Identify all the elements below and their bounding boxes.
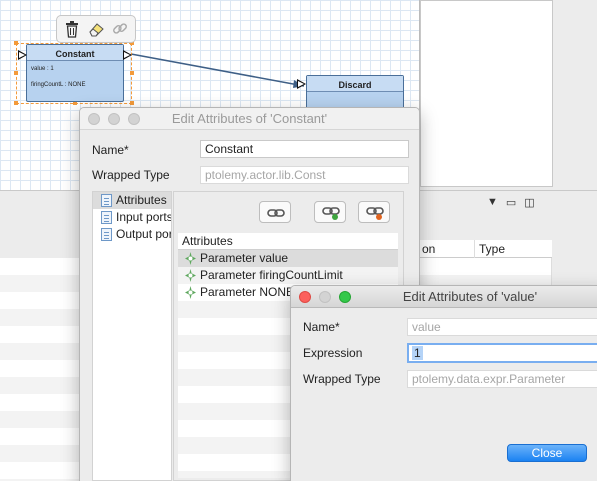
list-item-label: Parameter NONE bbox=[200, 285, 295, 299]
tree-item-label: Output ports bbox=[116, 227, 171, 241]
tree-item-output-ports[interactable]: Output ports bbox=[93, 226, 171, 243]
name-field[interactable]: Constant bbox=[200, 140, 409, 158]
table-header: on Type bbox=[418, 240, 552, 258]
actor-param: value : 1 bbox=[31, 66, 54, 72]
resize-handle[interactable] bbox=[130, 101, 134, 105]
list-item-label: Parameter firingCountLimit bbox=[200, 268, 343, 282]
name-field: value bbox=[407, 318, 597, 336]
expression-value: 1 bbox=[412, 346, 423, 360]
tree-item-attributes[interactable]: Attributes bbox=[93, 192, 171, 209]
resize-handle[interactable] bbox=[130, 71, 134, 75]
floating-toolbar bbox=[56, 15, 136, 43]
zoom-window-button[interactable] bbox=[339, 291, 351, 303]
wrapped-type-label: Wrapped Type bbox=[303, 372, 381, 386]
remove-link-button[interactable] bbox=[358, 201, 390, 223]
link-button[interactable] bbox=[259, 201, 291, 223]
right-panel bbox=[420, 0, 597, 190]
document-icon bbox=[101, 228, 112, 241]
input-port[interactable] bbox=[297, 79, 306, 89]
actor-title: Discard bbox=[307, 76, 403, 92]
close-window-button[interactable] bbox=[88, 113, 100, 125]
column-header[interactable]: on bbox=[418, 240, 475, 258]
dialog-titlebar[interactable]: Edit Attributes of 'Constant' bbox=[80, 108, 419, 130]
tree-item-label: Attributes bbox=[116, 193, 167, 207]
resize-handle[interactable] bbox=[14, 41, 18, 45]
parameter-icon bbox=[185, 286, 196, 299]
name-label: Name* bbox=[303, 320, 340, 334]
output-port[interactable] bbox=[123, 50, 132, 60]
table-rows bbox=[0, 258, 82, 481]
dialog-titlebar[interactable]: Edit Attributes of 'value' bbox=[291, 286, 597, 308]
wrapped-type-field: ptolemy.data.expr.Parameter bbox=[407, 370, 597, 388]
column-header[interactable]: Type bbox=[475, 240, 505, 258]
document-icon bbox=[101, 194, 112, 207]
actor-param: firingCountL : NONE bbox=[31, 82, 86, 88]
document-icon bbox=[101, 211, 112, 224]
list-item-label: Parameter value bbox=[200, 251, 289, 265]
resize-handle[interactable] bbox=[14, 101, 18, 105]
minimize-window-button[interactable] bbox=[319, 291, 331, 303]
constant-actor[interactable]: Constant value : 1 firingCountL : NONE bbox=[26, 44, 124, 102]
name-label: Name* bbox=[92, 143, 129, 157]
parameter-icon bbox=[185, 269, 196, 282]
zoom-window-button[interactable] bbox=[128, 113, 140, 125]
input-port[interactable] bbox=[18, 50, 27, 60]
expression-field[interactable]: 1 bbox=[407, 343, 597, 363]
library-view[interactable] bbox=[420, 0, 553, 187]
attributes-list-header: Attributes bbox=[178, 233, 398, 250]
add-link-button[interactable] bbox=[314, 201, 346, 223]
minimize-window-button[interactable] bbox=[108, 113, 120, 125]
view-menu-icon[interactable]: ▼ bbox=[487, 196, 498, 209]
link-remove-icon bbox=[366, 207, 384, 220]
list-item-parameter-value[interactable]: Parameter value bbox=[178, 250, 398, 267]
close-window-button[interactable] bbox=[299, 291, 311, 303]
tree-item-input-ports[interactable]: Input ports bbox=[93, 209, 171, 226]
view-toolbar: ▼ ▭ ◫ bbox=[487, 196, 535, 209]
list-item-parameter-firing-count-limit[interactable]: Parameter firingCountLimit bbox=[178, 267, 398, 284]
dialog-title: Edit Attributes of 'value' bbox=[402, 289, 538, 304]
attribute-tree: Attributes Input ports Output ports bbox=[92, 191, 172, 481]
link-add-icon bbox=[322, 207, 340, 220]
edit-value-dialog: Edit Attributes of 'value' Name* value E… bbox=[290, 285, 597, 481]
wrapped-type-field: ptolemy.actor.lib.Const bbox=[200, 166, 409, 184]
close-button[interactable]: Close bbox=[507, 444, 587, 462]
minimize-icon[interactable]: ▭ bbox=[506, 196, 516, 209]
maximize-icon[interactable]: ◫ bbox=[524, 196, 534, 209]
eraser-icon[interactable] bbox=[88, 20, 104, 38]
link-icon[interactable] bbox=[112, 20, 128, 38]
chain-link-icon bbox=[267, 209, 285, 217]
dialog-title: Edit Attributes of 'Constant' bbox=[171, 111, 328, 126]
trash-icon[interactable] bbox=[64, 20, 80, 38]
parameter-icon bbox=[185, 252, 196, 265]
resize-handle[interactable] bbox=[14, 71, 18, 75]
wrapped-type-label: Wrapped Type bbox=[92, 168, 170, 182]
tree-item-label: Input ports bbox=[116, 210, 171, 224]
expression-label: Expression bbox=[303, 346, 363, 360]
actor-title: Constant bbox=[27, 45, 123, 61]
